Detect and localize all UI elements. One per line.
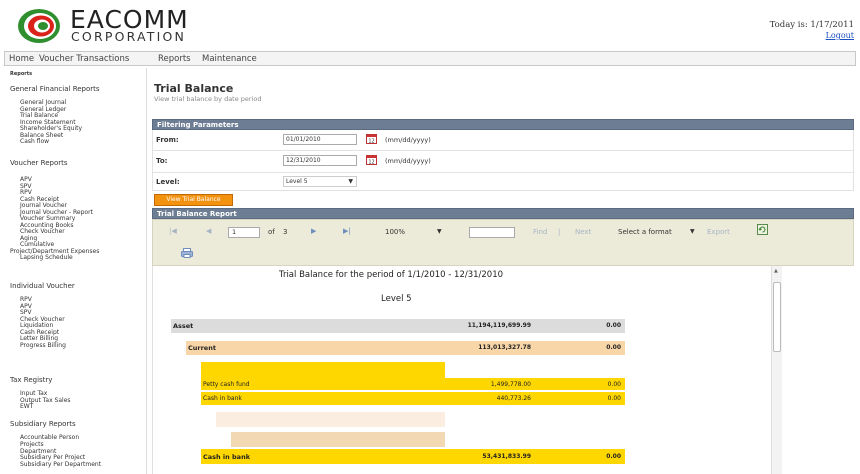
sidebar-section-general: General Financial Reports [10, 85, 100, 93]
level-row: Level: Level 5 ▼ [152, 173, 854, 191]
calendar-icon[interactable]: 12 [366, 154, 377, 165]
row-debit: 11,194,119,699.99 [467, 322, 531, 329]
row-spacer [216, 412, 445, 427]
row-credit: 0.00 [606, 322, 621, 329]
menu-reports[interactable]: Reports [158, 54, 191, 64]
table-row: Asset 11,194,119,699.99 0.00 [171, 319, 625, 333]
eacomm-logo-icon [18, 9, 60, 43]
find-input[interactable] [469, 227, 515, 238]
refresh-icon[interactable] [757, 224, 768, 235]
find-link[interactable]: Find [533, 228, 547, 236]
table-row: Cash in bank 53,431,833.99 0.00 [201, 449, 625, 464]
sidebar: Reports General Financial Reports Genera… [4, 68, 147, 474]
view-trial-balance-button[interactable]: View Trial Balance [154, 194, 233, 206]
sidebar-item-lapsing-schedule[interactable]: Lapsing Schedule [20, 254, 73, 262]
sidebar-item-cash-flow[interactable]: Cash flow [20, 138, 49, 146]
to-date-hint: (mm/dd/yyyy) [385, 157, 431, 165]
report-viewport: Trial Balance for the period of 1/1/2010… [152, 266, 854, 474]
menu-voucher-transactions[interactable]: Voucher Transactions [39, 54, 129, 64]
row-label: Cash in bank [203, 453, 251, 461]
export-format-value: Select a format [618, 228, 672, 236]
last-page-icon[interactable]: ▶| [343, 227, 351, 235]
report-toolbar: |◀ ◀ 1 of 3 ▶ ▶| 100% ▼ Find | Next Sele… [152, 219, 854, 266]
svg-text:12: 12 [368, 160, 374, 166]
zoom-select[interactable]: 100% ▼ [385, 228, 445, 239]
row-label: Cash in bank [203, 395, 242, 402]
page-title: Trial Balance [154, 82, 234, 95]
print-icon[interactable] [181, 248, 193, 258]
next-page-icon[interactable]: ▶ [311, 227, 316, 235]
zoom-value: 100% [385, 228, 406, 236]
table-row: Petty cash fund 1,499,778.00 0.00 [201, 378, 625, 391]
row-debit: 53,431,833.99 [482, 453, 531, 460]
chevron-down-icon: ▼ [348, 178, 353, 185]
first-page-icon[interactable]: |◀ [169, 227, 177, 235]
find-separator: | [558, 228, 561, 236]
today-date: Today is: 1/17/2011 [769, 20, 854, 30]
row-debit: 440,773.26 [496, 395, 531, 402]
row-debit: 1,499,778.00 [490, 381, 531, 388]
sidebar-section-tax: Tax Registry [10, 376, 53, 384]
row-spacer [201, 362, 445, 378]
to-row: To: 12/31/2010 12 (mm/dd/yyyy) [152, 151, 854, 173]
from-date-input[interactable]: 01/01/2010 [283, 134, 357, 145]
report-header-bar: Trial Balance Report [152, 208, 854, 219]
svg-text:12: 12 [368, 139, 374, 145]
sidebar-top-label: Reports [10, 71, 33, 77]
report-level: Level 5 [381, 294, 412, 304]
sidebar-item-ind-progress-billing[interactable]: Progress Billing [20, 342, 66, 350]
row-spacer [231, 432, 445, 447]
scroll-up-icon[interactable]: ▲ [774, 268, 778, 274]
from-row: From: 01/01/2010 12 (mm/dd/yyyy) [152, 130, 854, 151]
row-credit: 0.00 [607, 395, 621, 402]
export-link[interactable]: Export [707, 228, 730, 236]
report-header-text: Trial Balance Report [157, 210, 237, 218]
to-date-input[interactable]: 12/31/2010 [283, 155, 357, 166]
report-scrollbar[interactable]: ▲ [771, 266, 782, 474]
logo-subtitle: CORPORATION [71, 29, 187, 44]
row-credit: 0.00 [606, 344, 621, 351]
page-subtitle: View trial balance by date period [154, 95, 262, 103]
export-format-select[interactable]: Select a format ▼ [618, 228, 698, 239]
sidebar-item-subsidiary-per-department[interactable]: Subsidiary Per Department [20, 461, 101, 469]
main-content: Trial Balance View trial balance by date… [152, 68, 856, 474]
level-select[interactable]: Level 5 ▼ [283, 176, 357, 187]
next-link[interactable]: Next [575, 228, 591, 236]
filter-header-text: Filtering Parameters [157, 121, 239, 129]
table-row: Cash in bank 440,773.26 0.00 [201, 392, 625, 405]
app-header: EACOMM CORPORATION Today is: 1/17/2011 L… [0, 0, 860, 50]
menu-maintenance[interactable]: Maintenance [202, 54, 257, 64]
page-number-input[interactable]: 1 [228, 227, 260, 238]
row-label: Asset [173, 322, 194, 330]
sidebar-section-voucher: Voucher Reports [10, 159, 68, 167]
from-label: From: [156, 136, 179, 144]
row-credit: 0.00 [606, 453, 621, 460]
from-date-hint: (mm/dd/yyyy) [385, 136, 431, 144]
menu-home[interactable]: Home [9, 54, 34, 64]
calendar-icon[interactable]: 12 [366, 133, 377, 144]
logout-link[interactable]: Logout [826, 31, 854, 40]
chevron-down-icon: ▼ [690, 228, 695, 235]
sidebar-section-individual: Individual Voucher [10, 282, 75, 290]
row-label: Petty cash fund [203, 381, 250, 388]
sidebar-section-subsidiary: Subsidiary Reports [10, 420, 76, 428]
row-label: Current [188, 344, 216, 352]
scroll-thumb[interactable] [773, 282, 781, 352]
report-title: Trial Balance for the period of 1/1/2010… [279, 270, 504, 280]
chevron-down-icon: ▼ [437, 228, 442, 235]
prev-page-icon[interactable]: ◀ [206, 227, 211, 235]
level-label: Level: [156, 178, 180, 186]
page-of-label: of [268, 228, 275, 236]
sidebar-item-ewt[interactable]: EWT [20, 403, 33, 411]
table-row: Current 113,013,327.78 0.00 [186, 341, 625, 355]
to-label: To: [156, 157, 168, 165]
total-pages: 3 [283, 228, 288, 236]
row-debit: 113,013,327.78 [478, 344, 531, 351]
level-select-value: Level 5 [286, 178, 308, 185]
filter-header-bar: Filtering Parameters [152, 119, 854, 130]
row-credit: 0.00 [607, 381, 621, 388]
main-menu: Home Voucher Transactions Reports Mainte… [4, 51, 856, 66]
